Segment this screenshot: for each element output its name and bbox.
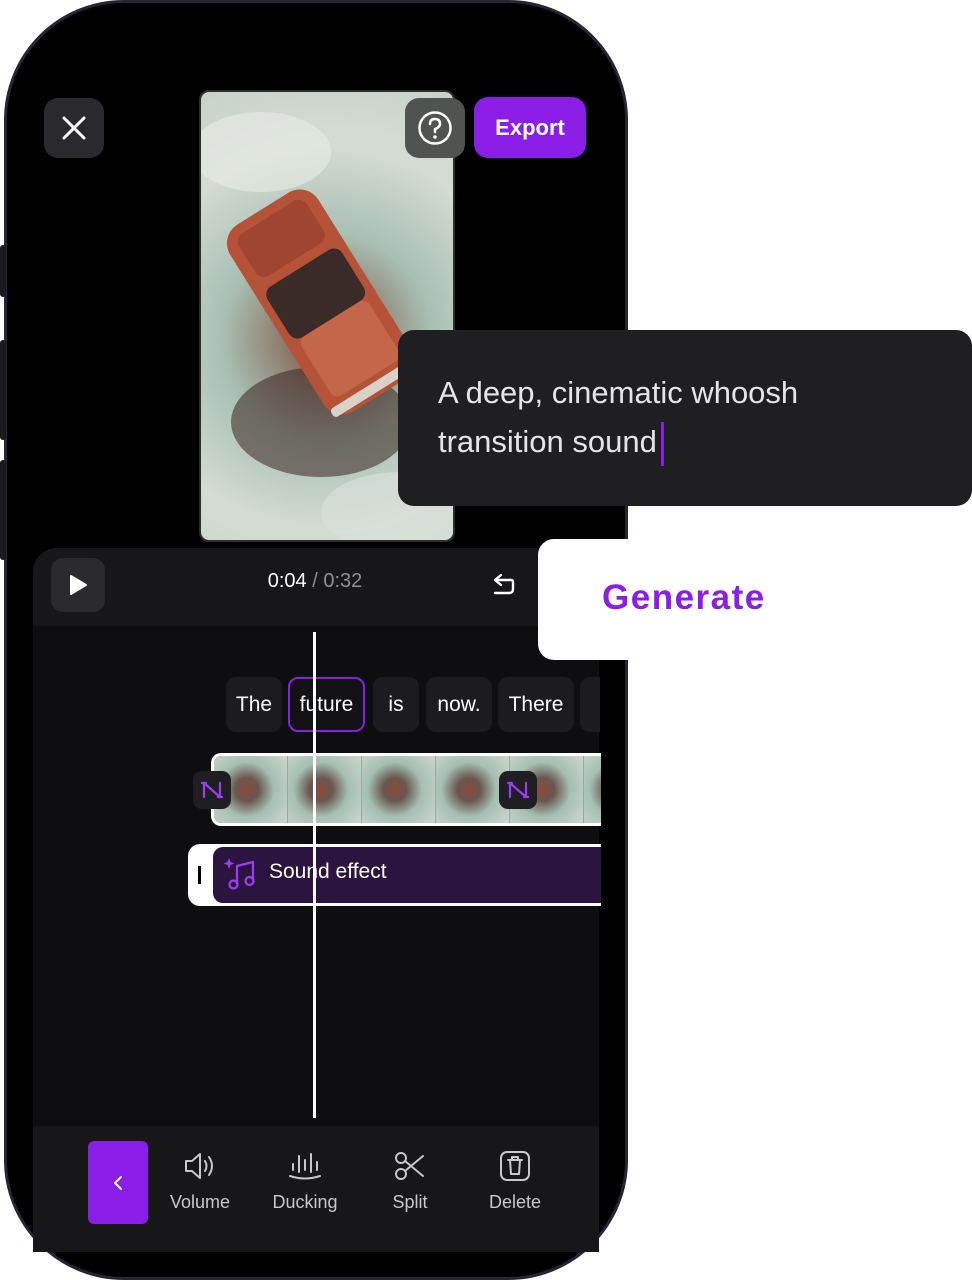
delete-button[interactable]: Delete bbox=[465, 1150, 565, 1213]
delete-label: Delete bbox=[488, 1192, 542, 1212]
prompt-input[interactable]: A deep, cinematic whoosh transition soun… bbox=[438, 368, 938, 466]
video-clip-track[interactable] bbox=[211, 753, 601, 826]
phone-side-button bbox=[0, 245, 6, 297]
phone-side-button bbox=[0, 340, 6, 440]
transcript-word[interactable]: is bbox=[373, 677, 419, 732]
export-button[interactable]: Export bbox=[474, 97, 586, 158]
transition-button[interactable] bbox=[193, 771, 231, 809]
scissors-icon bbox=[395, 1152, 424, 1180]
transition-icon bbox=[507, 781, 529, 799]
phone-side-button bbox=[0, 460, 6, 560]
help-icon bbox=[418, 111, 452, 145]
close-button[interactable] bbox=[44, 98, 104, 158]
play-button[interactable] bbox=[51, 558, 105, 612]
transcript-word[interactable]: There bbox=[498, 677, 574, 732]
volume-button[interactable]: Volume bbox=[150, 1150, 250, 1213]
time-separator: / bbox=[306, 570, 324, 592]
ducking-icon bbox=[289, 1153, 321, 1180]
sound-effect-label: Sound effect bbox=[269, 860, 387, 883]
transition-button[interactable] bbox=[499, 771, 537, 809]
ducking-button[interactable]: Ducking bbox=[255, 1150, 355, 1213]
volume-label: Volume bbox=[169, 1192, 231, 1212]
ducking-label: Ducking bbox=[272, 1192, 338, 1212]
trash-icon bbox=[500, 1151, 530, 1181]
split-label: Split bbox=[392, 1192, 428, 1212]
total-time: 0:32 bbox=[323, 570, 363, 592]
text-caret bbox=[660, 421, 664, 466]
split-button[interactable]: Split bbox=[360, 1150, 460, 1213]
music-sparkle-icon bbox=[223, 858, 255, 890]
help-button[interactable] bbox=[405, 98, 465, 158]
chevron-left-icon bbox=[114, 1175, 122, 1190]
transcript-word-partial[interactable] bbox=[580, 677, 600, 732]
transcript-word[interactable]: The bbox=[226, 677, 282, 732]
volume-icon bbox=[185, 1153, 213, 1179]
track-trim-handle[interactable] bbox=[198, 866, 201, 884]
undo-icon[interactable] bbox=[490, 571, 520, 601]
clip-thumbnail bbox=[584, 756, 601, 823]
prompt-line: A deep, cinematic whoosh bbox=[438, 375, 799, 410]
back-button[interactable] bbox=[88, 1141, 148, 1224]
clip-thumbnail bbox=[362, 756, 436, 823]
prompt-line: transition sound bbox=[438, 424, 657, 459]
current-time: 0:04 bbox=[267, 570, 307, 592]
transcript-word-selected[interactable]: future bbox=[288, 677, 365, 732]
generate-button[interactable]: Generate bbox=[602, 578, 766, 618]
transcript-word[interactable]: now. bbox=[426, 677, 492, 732]
playhead[interactable] bbox=[313, 632, 316, 1118]
timecode: 0:04 / 0:32 bbox=[230, 570, 400, 593]
play-icon bbox=[70, 575, 87, 595]
clip-thumbnail bbox=[288, 756, 362, 823]
prompt-line-with-caret: transition sound bbox=[438, 417, 938, 466]
transition-icon bbox=[201, 781, 223, 799]
close-icon bbox=[62, 116, 86, 140]
